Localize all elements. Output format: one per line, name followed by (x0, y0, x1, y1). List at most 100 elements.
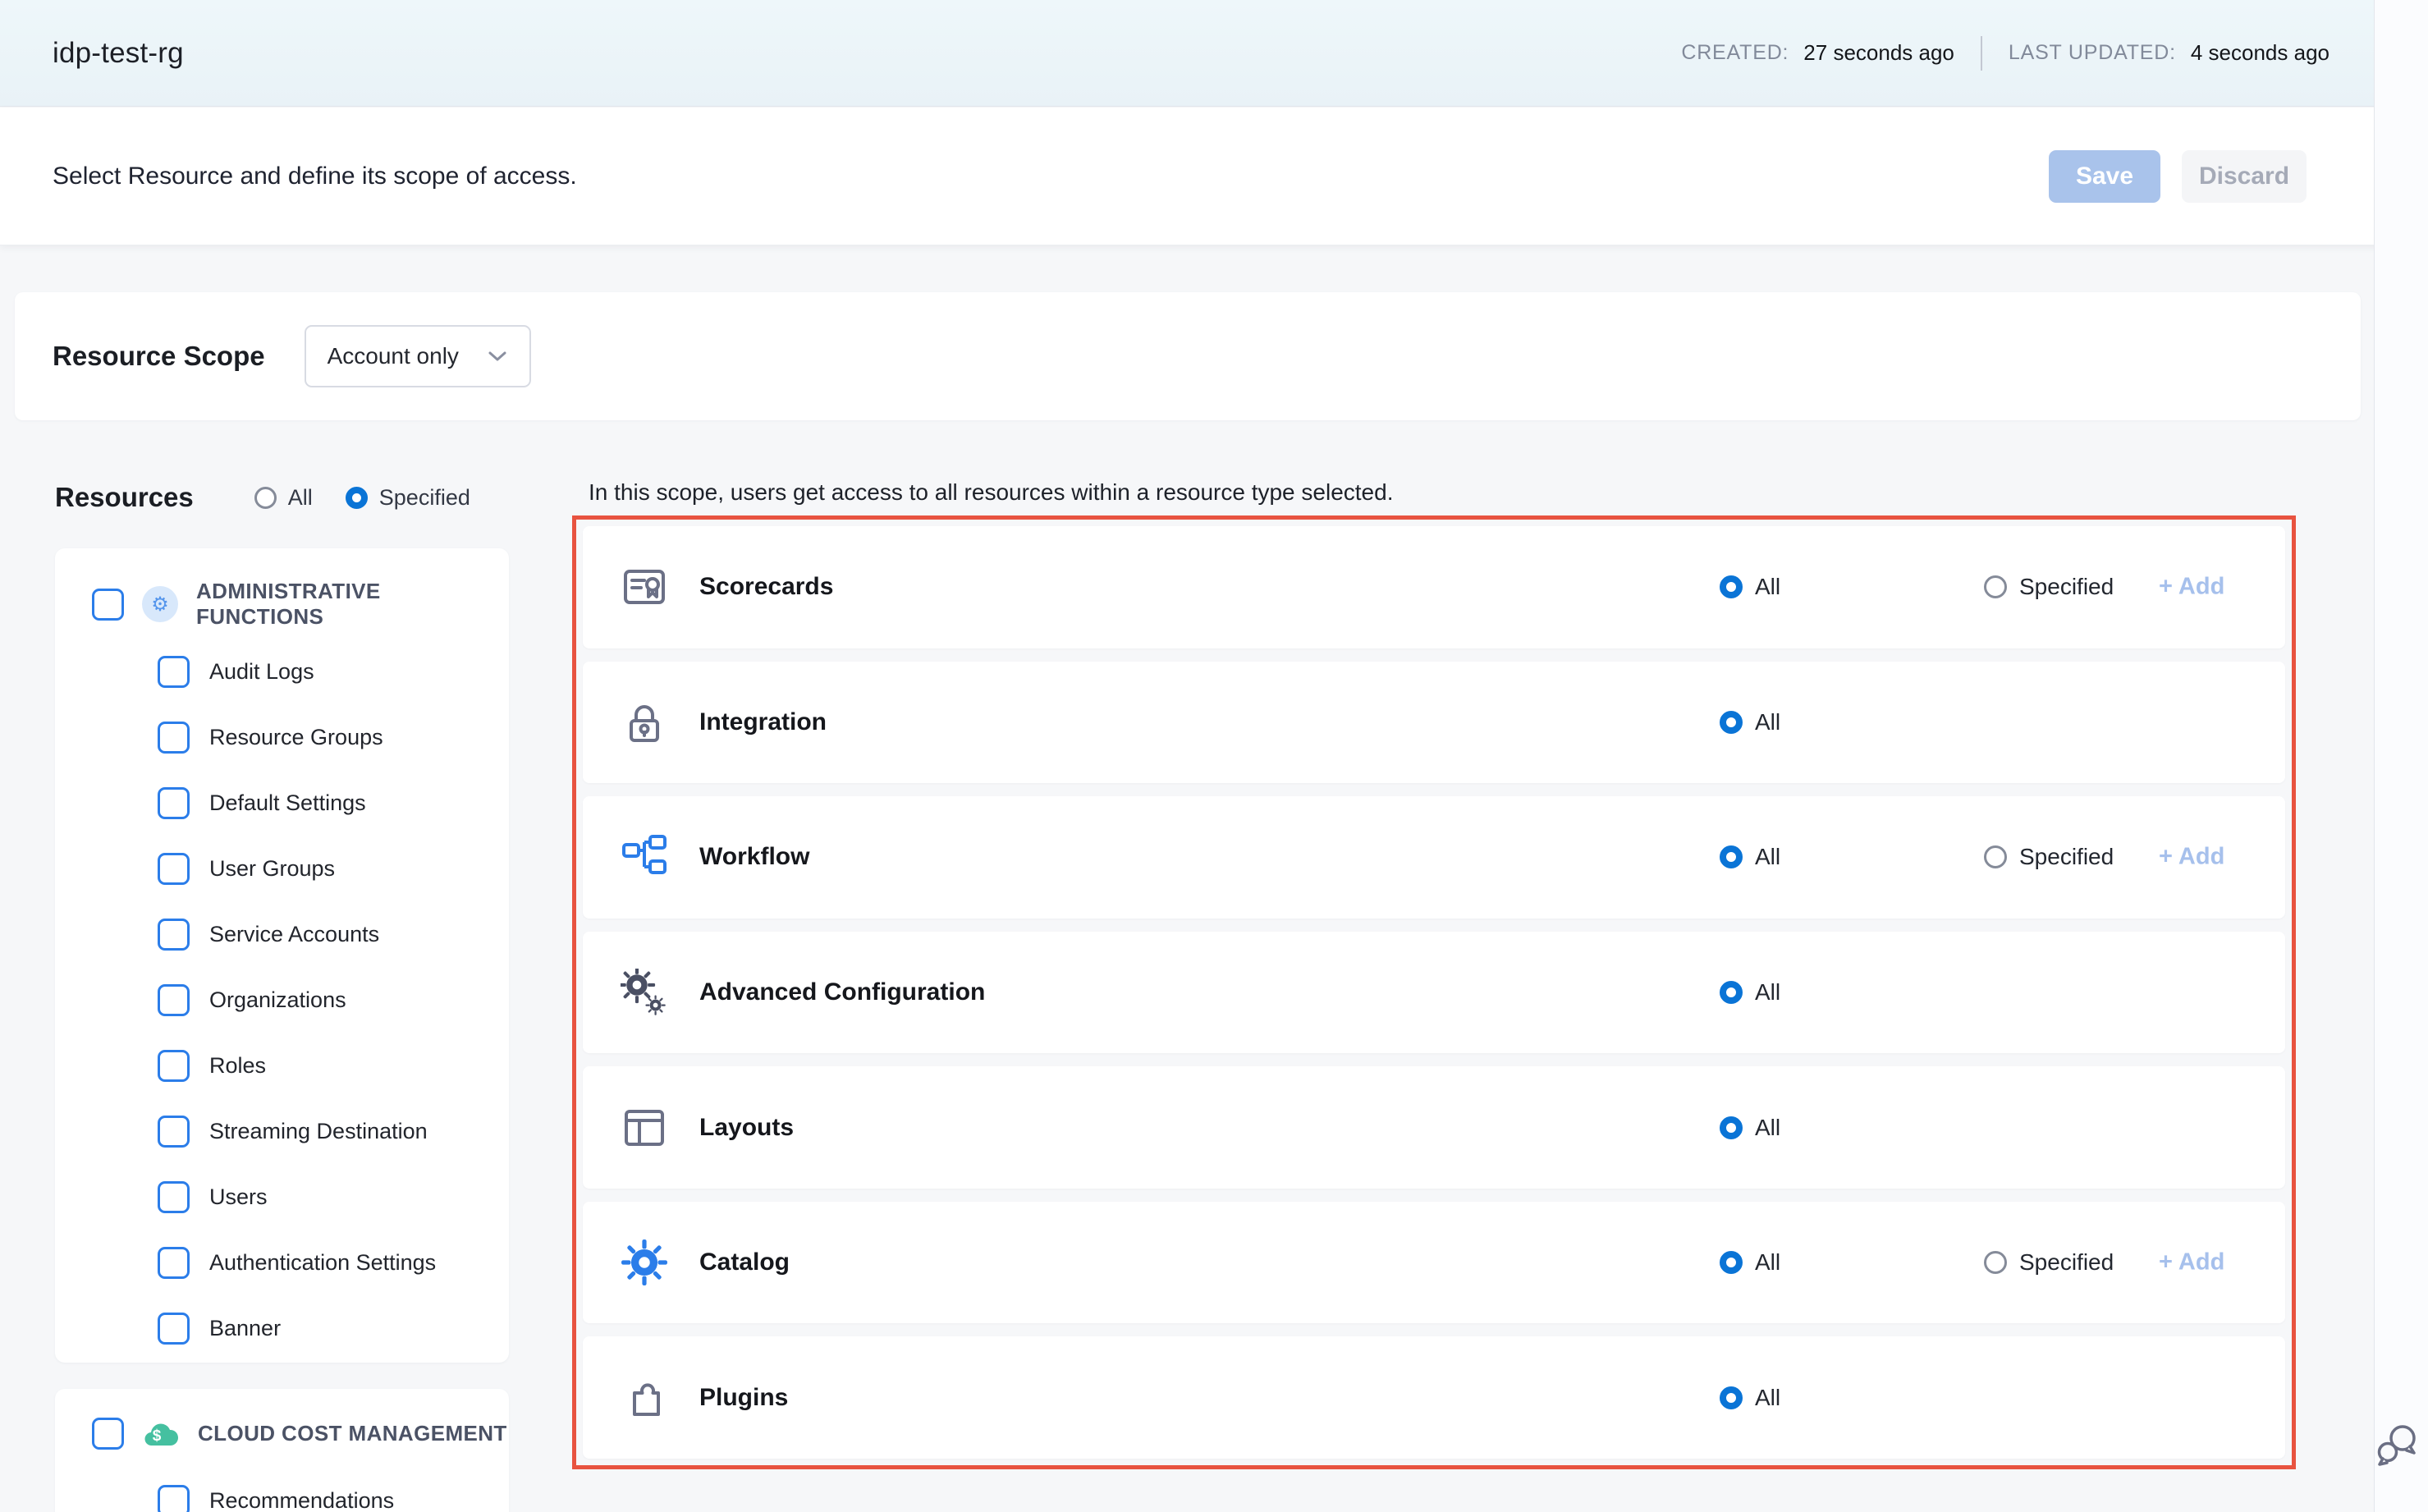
resource-group-page: idp-test-rg CREATED: 27 seconds ago LAST… (0, 0, 2428, 1512)
item-checkbox[interactable] (158, 722, 190, 754)
row-radio-all[interactable]: All (1720, 574, 1780, 600)
resource-row-advanced-configuration: Advanced Configuration All Specified + A… (583, 932, 2285, 1054)
resource-row-layouts: Layouts All Specified + Add (583, 1066, 2285, 1189)
sidebar-group-cloud-cost-management: $ CLOUD COST MANAGEMENT Recommendations (55, 1389, 509, 1512)
radio-specified-icon[interactable] (346, 487, 368, 509)
chat-support-icon[interactable] (2375, 1422, 2420, 1468)
row-radio-specified[interactable]: Specified (1984, 844, 2114, 870)
item-label: Users (209, 1184, 268, 1210)
resource-row-label: Integration (699, 708, 827, 736)
item-label: Banner (209, 1316, 281, 1341)
row-radio-all[interactable]: All (1720, 979, 1780, 1006)
resource-scope-card: Resource Scope Account only (15, 292, 2361, 420)
meta-divider (1981, 36, 1982, 71)
resource-row-label: Scorecards (699, 573, 833, 601)
svg-text:$: $ (153, 1427, 162, 1445)
sidebar-item-authentication-settings: Authentication Settings (55, 1230, 509, 1295)
sidebar-item-recommendations: Recommendations (55, 1468, 509, 1512)
resource-scope-label: Resource Scope (53, 341, 265, 372)
puzzle-icon (621, 1374, 668, 1422)
group-checkbox[interactable] (92, 589, 124, 621)
toolbar-description: Select Resource and define its scope of … (53, 163, 577, 190)
scroll-gutter (2374, 0, 2428, 1512)
layout-icon (621, 1104, 668, 1152)
group-checkbox[interactable] (92, 1418, 124, 1450)
sidebar-group-administrative-functions: ⚙ ADMINISTRATIVE FUNCTIONS Audit Logs Re… (55, 548, 509, 1363)
save-button[interactable]: Save (2049, 150, 2160, 203)
sidebar-item-roles: Roles (55, 1033, 509, 1098)
row-radio-all[interactable]: All (1720, 1249, 1780, 1276)
item-checkbox[interactable] (158, 1247, 190, 1279)
item-label: Audit Logs (209, 659, 314, 685)
item-label: Default Settings (209, 790, 366, 816)
item-checkbox[interactable] (158, 919, 190, 951)
discard-button[interactable]: Discard (2182, 150, 2307, 203)
resource-row-label: Layouts (699, 1114, 794, 1142)
page-header: idp-test-rg CREATED: 27 seconds ago LAST… (0, 0, 2428, 107)
updated-value: 4 seconds ago (2191, 40, 2330, 66)
resources-radio-specified[interactable]: Specified (346, 485, 470, 511)
add-resources-link[interactable]: + Add (2159, 844, 2224, 871)
resource-row-catalog: Catalog All Specified + Add (583, 1202, 2285, 1324)
sidebar-item-organizations: Organizations (55, 967, 509, 1033)
row-radio-all[interactable]: All (1720, 844, 1780, 870)
item-checkbox[interactable] (158, 1313, 190, 1345)
resource-row-label: Workflow (699, 843, 809, 871)
resource-row-workflow: Workflow All Specified + Add (583, 796, 2285, 919)
resource-type-list-highlight: Scorecards All Specified + Add Integrati… (572, 515, 2296, 1469)
item-label: Roles (209, 1053, 266, 1079)
resource-row-plugins: Plugins All Specified + Add (583, 1336, 2285, 1459)
sidebar-item-user-groups: User Groups (55, 836, 509, 901)
gear-icon (621, 1239, 668, 1286)
item-checkbox[interactable] (158, 1050, 190, 1082)
page-title: idp-test-rg (53, 37, 184, 70)
item-checkbox[interactable] (158, 1116, 190, 1148)
header-meta: CREATED: 27 seconds ago LAST UPDATED: 4 … (1681, 36, 2330, 71)
row-radio-all[interactable]: All (1720, 1385, 1780, 1411)
chevron-down-icon (487, 349, 508, 364)
workflow-icon (621, 833, 668, 881)
item-label: Resource Groups (209, 725, 383, 750)
resources-radio-all[interactable]: All (254, 485, 313, 511)
resources-header: Resources All Specified (55, 470, 509, 525)
created-label: CREATED: (1681, 41, 1789, 65)
scorecard-icon (621, 563, 668, 611)
sidebar-item-streaming-destination: Streaming Destination (55, 1098, 509, 1164)
item-checkbox[interactable] (158, 853, 190, 885)
radio-specified-label: Specified (379, 485, 470, 511)
row-radio-all[interactable]: All (1720, 1115, 1780, 1141)
item-checkbox[interactable] (158, 1485, 190, 1512)
sidebar-item-service-accounts: Service Accounts (55, 901, 509, 967)
resource-row-label: Catalog (699, 1249, 790, 1276)
scope-description: In this scope, users get access to all r… (589, 479, 1393, 506)
resource-scope-value: Account only (328, 343, 459, 369)
sidebar-item-resource-groups: Resource Groups (55, 704, 509, 770)
item-label: Recommendations (209, 1488, 394, 1512)
sidebar-item-banner: Banner (55, 1295, 509, 1361)
row-radio-specified[interactable]: Specified (1984, 574, 2114, 600)
group-header-cloud-cost-management: $ CLOUD COST MANAGEMENT (55, 1399, 509, 1468)
lock-icon (621, 699, 668, 746)
resource-row-integration: Integration All Specified + Add (583, 662, 2285, 784)
resource-scope-dropdown[interactable]: Account only (305, 325, 531, 387)
resource-row-scorecards: Scorecards All Specified + Add (583, 526, 2285, 648)
row-radio-all[interactable]: All (1720, 709, 1780, 735)
cloud-dollar-icon: $ (142, 1418, 180, 1449)
add-resources-link[interactable]: + Add (2159, 1249, 2224, 1276)
item-label: Organizations (209, 987, 346, 1013)
add-resources-link[interactable]: + Add (2159, 574, 2224, 601)
resource-row-label: Advanced Configuration (699, 978, 985, 1006)
item-label: Streaming Destination (209, 1119, 428, 1144)
group-label: ADMINISTRATIVE FUNCTIONS (196, 579, 509, 630)
item-checkbox[interactable] (158, 787, 190, 819)
row-radio-specified[interactable]: Specified (1984, 1249, 2114, 1276)
toolbar-actions: Save Discard (2049, 150, 2307, 203)
updated-label: LAST UPDATED: (2009, 41, 2176, 65)
group-label: CLOUD COST MANAGEMENT (198, 1421, 507, 1446)
item-checkbox[interactable] (158, 984, 190, 1016)
item-checkbox[interactable] (158, 1181, 190, 1213)
radio-all-icon[interactable] (254, 487, 277, 509)
radio-all-label: All (288, 485, 313, 511)
item-checkbox[interactable] (158, 656, 190, 688)
admin-gear-icon: ⚙ (142, 586, 178, 622)
